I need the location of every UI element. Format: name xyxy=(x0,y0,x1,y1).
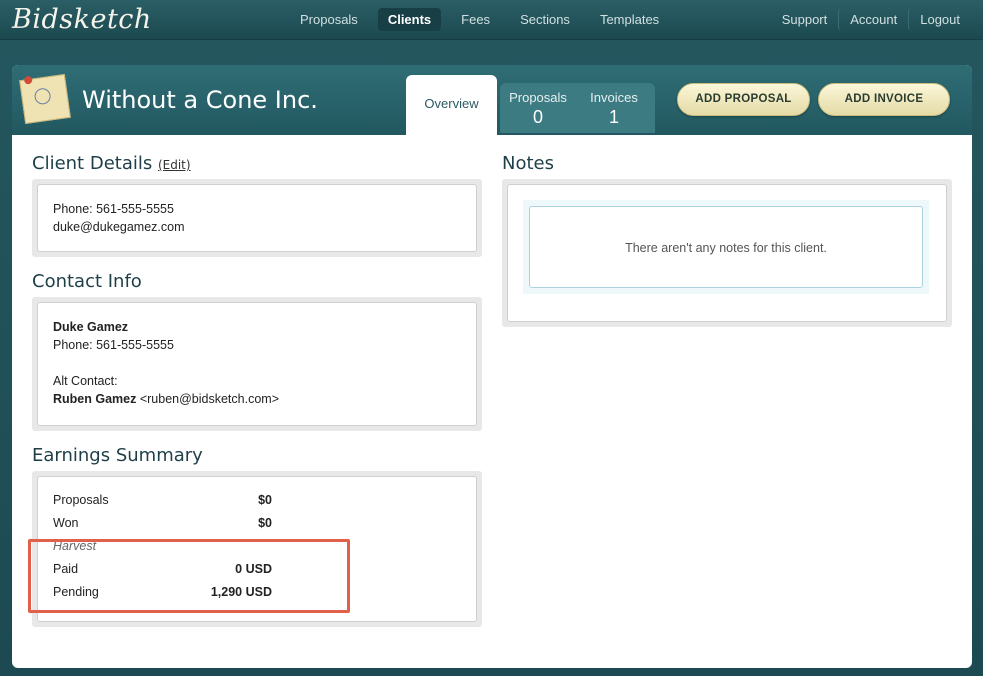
client-email: duke@dukegamez.com xyxy=(53,220,185,234)
notes-empty-message: There aren't any notes for this client. xyxy=(529,206,923,288)
client-phone: Phone: 561-555-5555 xyxy=(53,202,174,216)
client-panel: Without a Cone Inc. Overview Proposals 0… xyxy=(12,65,972,668)
nav-templates[interactable]: Templates xyxy=(590,8,669,31)
contact-name: Duke Gamez xyxy=(53,320,129,334)
tab-invoices-label: Invoices xyxy=(590,90,638,105)
earnings-proposals-label: Proposals xyxy=(53,493,109,507)
edit-client-link[interactable]: (Edit) xyxy=(158,158,191,172)
client-header: Without a Cone Inc. Overview Proposals 0… xyxy=(12,65,972,137)
alt-contact-email[interactable]: <ruben@bidsketch.com> xyxy=(140,392,279,406)
nav-support[interactable]: Support xyxy=(771,8,839,31)
earnings-row-won: Won $0 xyxy=(53,512,461,535)
tab-invoices-count: 1 xyxy=(608,107,619,127)
tab-proposals[interactable]: Proposals 0 xyxy=(500,83,576,133)
tab-overview[interactable]: Overview xyxy=(406,75,497,137)
main-nav: Proposals Clients Fees Sections Template… xyxy=(290,8,679,31)
add-proposal-button[interactable]: ADD PROPOSAL xyxy=(677,83,810,116)
person-sketch-icon xyxy=(33,87,52,106)
tab-proposals-count: 0 xyxy=(532,107,543,127)
contact-phone: Phone: 561-555-5555 xyxy=(53,338,174,352)
add-invoice-button[interactable]: ADD INVOICE xyxy=(818,83,950,116)
tab-invoices[interactable]: Invoices 1 xyxy=(576,83,652,133)
client-details-heading: Client Details (Edit) xyxy=(32,153,191,174)
earnings-summary-title: Earnings Summary xyxy=(32,445,203,466)
nav-fees[interactable]: Fees xyxy=(451,8,500,31)
account-nav: Support Account Logout xyxy=(771,8,971,31)
client-card-icon xyxy=(19,74,71,124)
notes-empty-container: There aren't any notes for this client. xyxy=(523,200,929,294)
notes-title: Notes xyxy=(502,153,554,174)
harvest-highlight-box xyxy=(28,539,350,613)
alt-contact-label: Alt Contact: xyxy=(53,374,118,388)
nav-sections[interactable]: Sections xyxy=(510,8,580,31)
client-name: Without a Cone Inc. xyxy=(82,86,318,114)
nav-logout[interactable]: Logout xyxy=(908,8,971,31)
contact-info-box: Duke Gamez Phone: 561-555-5555 Alt Conta… xyxy=(32,297,482,431)
pushpin-icon xyxy=(23,75,33,85)
alt-contact: Ruben Gamez <ruben@bidsketch.com> xyxy=(53,390,461,408)
nav-account[interactable]: Account xyxy=(838,8,908,31)
tab-proposals-label: Proposals xyxy=(509,90,567,105)
notes-box: There aren't any notes for this client. xyxy=(502,179,952,327)
earnings-won-value: $0 xyxy=(258,516,272,530)
top-navbar: Bidsketch Proposals Clients Fees Section… xyxy=(0,0,983,40)
client-details-box: Phone: 561-555-5555 duke@dukegamez.com xyxy=(32,179,482,257)
earnings-row-proposals: Proposals $0 xyxy=(53,489,461,512)
nav-proposals[interactable]: Proposals xyxy=(290,8,368,31)
contact-info-title: Contact Info xyxy=(32,271,142,292)
earnings-proposals-value: $0 xyxy=(258,493,272,507)
nav-clients[interactable]: Clients xyxy=(377,8,442,31)
client-details-title: Client Details xyxy=(32,153,153,174)
alt-contact-name: Ruben Gamez xyxy=(53,392,137,406)
earnings-won-label: Won xyxy=(53,516,79,530)
bidsketch-logo[interactable]: Bidsketch xyxy=(12,4,152,35)
stat-tabs: Proposals 0 Invoices 1 xyxy=(500,83,655,133)
